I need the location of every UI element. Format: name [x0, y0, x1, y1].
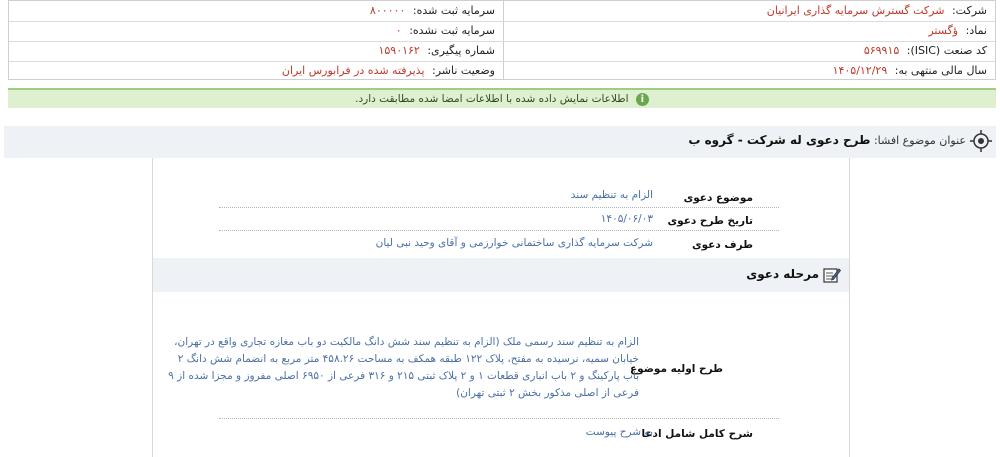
isic-field: کد صنعت (ISIC): ۵۶۹۹۱۵ — [864, 41, 987, 61]
tracking-value: ۱۵۹۰۱۶۲ — [378, 44, 420, 57]
initial-subject-text: الزام به تنظیم سند رسمی ملک (الزام به تن… — [168, 336, 639, 399]
company-value: شرکت گسترش سرمایه گذاری ایرانیان — [766, 4, 945, 17]
claim-date-value: ۱۴۰۵/۰۶/۰۳ — [600, 213, 653, 225]
info-row-1: شرکت: شرکت گسترش سرمایه گذاری ایرانیان س… — [9, 1, 995, 22]
initial-subject-label: طرح اولیه موضوع — [629, 363, 723, 375]
disclosure-subject-bar: عنوان موضوع افشا: طرح دعوی له شرکت - گرو… — [4, 126, 996, 158]
claim-stage-header: مرحله دعوی — [153, 258, 849, 292]
unregistered-capital-field: سرمایه ثبت نشده: ۰ — [396, 21, 495, 41]
party-label: طرف دعوی — [691, 239, 753, 251]
fiscal-field: سال مالی منتهی به: ۱۴۰۵/۱۲/۲۹ — [833, 61, 987, 81]
claim-subject-value: الزام به تنظیم سند — [570, 189, 653, 201]
unregistered-capital-value: ۰ — [395, 24, 402, 37]
company-info-table: شرکت: شرکت گسترش سرمایه گذاری ایرانیان س… — [8, 0, 996, 80]
signature-match-notice: i اطلاعات نمایش داده شده با اطلاعات امضا… — [8, 88, 996, 108]
publisher-status-value: پذیرفته شده در فرابورس ایران — [281, 64, 425, 77]
claim-details-panel: موضوع دعوی الزام به تنظیم سند تاریخ طرح … — [152, 158, 850, 457]
disclosure-subject-title: طرح دعوی له شرکت - گروه ب — [688, 133, 871, 147]
claim-stage-title: مرحله دعوی — [746, 267, 819, 281]
claim-subject-label: موضوع دعوی — [683, 192, 753, 204]
divider — [219, 207, 779, 208]
tracking-field: شماره پیگیری: ۱۵۹۰۱۶۲ — [378, 41, 495, 61]
symbol-field: نماد: ؤگستر — [928, 21, 987, 41]
full-description-label: شرح کامل شامل ادعا — [641, 428, 753, 440]
info-row-3: کد صنعت (ISIC): ۵۶۹۹۱۵ شماره پیگیری: ۱۵۹… — [9, 41, 995, 62]
divider — [219, 230, 779, 231]
company-field: شرکت: شرکت گسترش سرمایه گذاری ایرانیان — [767, 1, 987, 21]
unregistered-capital-label: سرمایه ثبت نشده: — [409, 24, 495, 37]
info-row-4: سال مالی منتهی به: ۱۴۰۵/۱۲/۲۹ وضعیت ناشر… — [9, 61, 995, 81]
edit-document-icon — [823, 268, 841, 283]
claim-date-label: تاریخ طرح دعوی — [667, 215, 753, 227]
registered-capital-label: سرمایه ثبت شده: — [412, 4, 495, 17]
target-icon — [970, 130, 992, 152]
party-value: شرکت سرمایه گذاری ساختمانی خوارزمی و آقا… — [375, 237, 653, 249]
notice-text: اطلاعات نمایش داده شده با اطلاعات امضا ش… — [355, 93, 629, 105]
symbol-label: نماد: — [965, 24, 987, 37]
disclosure-subject-label: عنوان موضوع افشا: — [873, 134, 966, 147]
info-circle-icon: i — [635, 92, 649, 106]
symbol-value: ؤگستر — [928, 24, 959, 37]
publisher-status-label: وضعیت ناشر: — [432, 64, 495, 77]
isic-label: کد صنعت (ISIC): — [906, 44, 987, 57]
divider — [219, 418, 779, 419]
fiscal-label: سال مالی منتهی به: — [894, 64, 987, 77]
attachment-link[interactable]: به شرح پیوست — [586, 426, 653, 438]
company-label: شرکت: — [951, 4, 987, 17]
registered-capital-field: سرمایه ثبت شده: ۸۰۰۰۰۰ — [370, 1, 495, 21]
disclosure-subject: عنوان موضوع افشا: طرح دعوی له شرکت - گرو… — [688, 133, 966, 147]
info-row-2: نماد: ؤگستر سرمایه ثبت نشده: ۰ — [9, 21, 995, 42]
isic-value: ۵۶۹۹۱۵ — [863, 44, 900, 57]
tracking-label: شماره پیگیری: — [427, 44, 495, 57]
fiscal-value: ۱۴۰۵/۱۲/۲۹ — [832, 64, 888, 77]
publisher-status-field: وضعیت ناشر: پذیرفته شده در فرابورس ایران — [282, 61, 495, 81]
registered-capital-value: ۸۰۰۰۰۰ — [369, 4, 406, 17]
